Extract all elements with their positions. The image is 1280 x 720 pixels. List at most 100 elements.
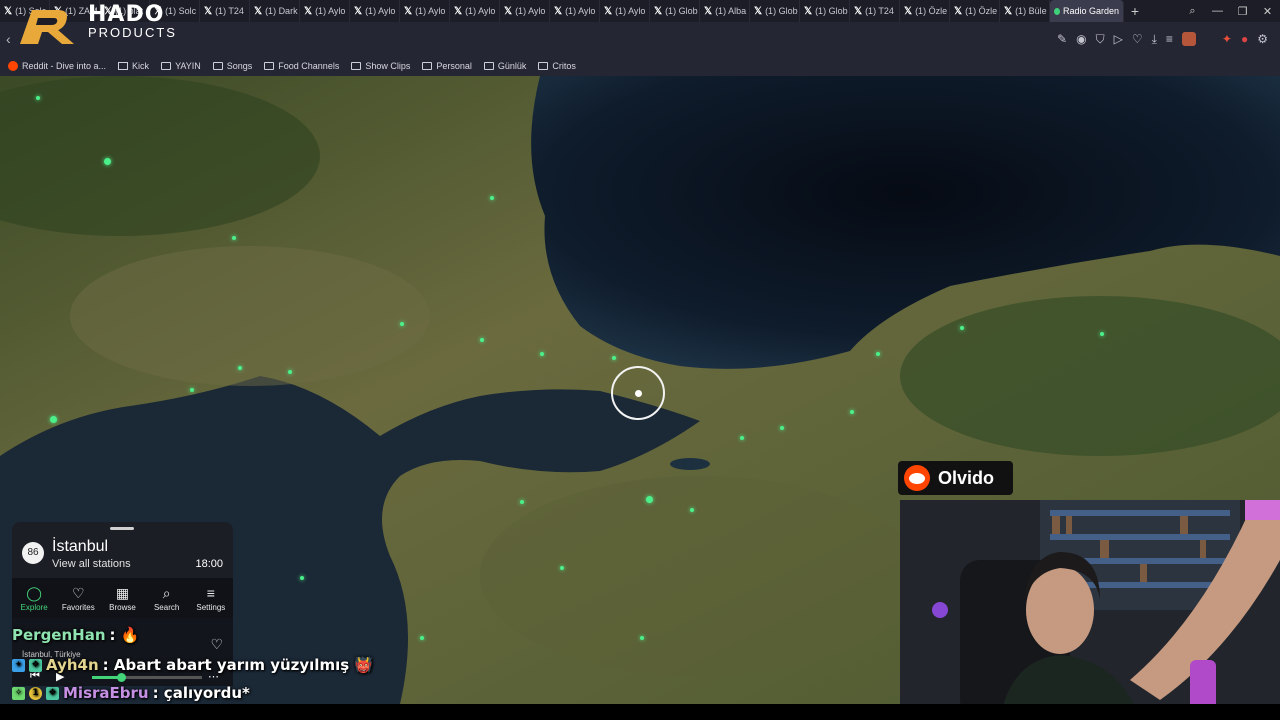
webcam-image (900, 500, 1280, 720)
maximize-button[interactable]: ❐ (1230, 5, 1255, 18)
new-tab-button[interactable]: + (1124, 3, 1146, 19)
edit-icon[interactable]: ✎ (1057, 32, 1067, 47)
extension-icon[interactable]: ● (1241, 32, 1248, 47)
radio-station-dot[interactable] (36, 96, 40, 100)
tab-item[interactable]: 𝕏 (1) Alba (700, 0, 750, 22)
browser-toolbar: ‹ ✎ ◉ ⛉ ▷ ♡ ⤓ ≡ ✦ ● ⚙ (0, 22, 1280, 56)
logo-brand: HADO (88, 2, 165, 27)
radio-station-dot[interactable] (540, 352, 544, 356)
radio-station-dot[interactable] (646, 496, 653, 503)
seek-knob[interactable] (117, 673, 127, 682)
tab-label: (1) Özle (915, 6, 948, 16)
bookmark-item[interactable]: Günlük (483, 61, 526, 71)
bookmark-item[interactable]: Personal (422, 61, 472, 71)
nav-label: Settings (196, 602, 226, 612)
tab-item[interactable]: 𝕏 (1) Aylo (550, 0, 600, 22)
bookmark-item[interactable]: Food Channels (264, 61, 339, 71)
panel-drag-handle[interactable] (110, 527, 134, 530)
tab-item[interactable]: 𝕏 (1) Glob (750, 0, 800, 22)
radio-station-dot[interactable] (850, 410, 854, 414)
tab-item[interactable]: 𝕏 (1) T24 (850, 0, 900, 22)
tab-label: (1) Özle (965, 6, 998, 16)
tab-item[interactable]: 𝕏 (1) Aylo (500, 0, 550, 22)
chat-message: ✧ 1 ❖ MisraEbru : çalıyordu* (12, 684, 250, 702)
profile-avatar[interactable] (1181, 32, 1196, 46)
extension-icon[interactable]: ✦ (1222, 32, 1232, 47)
radio-station-dot[interactable] (420, 636, 424, 640)
bookmark-item[interactable]: YAYIN (161, 61, 201, 71)
city-name: İstanbul (52, 538, 109, 555)
seek-bar[interactable] (92, 673, 202, 682)
radio-station-dot[interactable] (190, 388, 194, 392)
radio-station-dot[interactable] (104, 158, 111, 165)
tab-item[interactable]: 𝕏 (1) Glob (800, 0, 850, 22)
radio-station-dot[interactable] (400, 322, 404, 326)
first-badge-icon: 1 (29, 686, 42, 700)
back-button[interactable]: ‹ (6, 31, 11, 47)
search-tabs-icon[interactable]: ⌕ (1180, 5, 1205, 18)
bookmark-item[interactable]: Reddit - Dive into a... (8, 61, 106, 71)
favorite-heart-icon[interactable]: ♡ (210, 636, 223, 653)
nav-search[interactable]: ⌕ Search (145, 585, 189, 612)
nav-explore[interactable]: ◯ Explore (12, 585, 56, 612)
x-icon: 𝕏 (1004, 5, 1013, 17)
radio-station-dot[interactable] (300, 576, 304, 580)
download-icon[interactable]: ⤓ (1152, 32, 1157, 47)
tab-label: (1) T24 (215, 6, 244, 16)
tab-item[interactable]: 𝕏 (1) Aylo (400, 0, 450, 22)
play-icon[interactable]: ▷ (1114, 32, 1123, 47)
tab-item[interactable]: 𝕏 (1) Aylo (350, 0, 400, 22)
nav-settings[interactable]: ≡ Settings (189, 585, 233, 612)
radio-station-dot[interactable] (740, 436, 744, 440)
tab-item[interactable]: 𝕏 (1) Özle (900, 0, 950, 22)
radio-station-dot[interactable] (612, 356, 616, 360)
radio-station-dot[interactable] (238, 366, 242, 370)
nav-favorites[interactable]: ♡ Favorites (56, 585, 100, 612)
radio-station-dot[interactable] (232, 236, 236, 240)
bookmark-item[interactable]: Critos (538, 61, 576, 71)
shield-icon[interactable]: ⛉ (1096, 32, 1105, 47)
webcam-feed (900, 500, 1280, 720)
settings-icon[interactable]: ⚙ (1257, 32, 1268, 47)
menu-icon[interactable]: ≡ (1166, 32, 1173, 47)
tab-item[interactable]: 𝕏 (1) Aylo (450, 0, 500, 22)
close-window-button[interactable]: ✕ (1255, 5, 1280, 18)
radio-station-dot[interactable] (960, 326, 964, 330)
folder-icon (351, 62, 362, 70)
tab-item[interactable]: 𝕏 (1) Özle (950, 0, 1000, 22)
radio-station-dot[interactable] (876, 352, 880, 356)
radio-station-dot[interactable] (50, 416, 57, 423)
bookmark-item[interactable]: Songs (212, 61, 252, 71)
radio-station-dot[interactable] (288, 370, 292, 374)
radio-station-dot[interactable] (780, 426, 784, 430)
tab-item[interactable]: 𝕏 (1) Aylo (600, 0, 650, 22)
logo-sub: PRODUCTS (88, 25, 177, 40)
window-controls: ⌕ — ❐ ✕ (1180, 0, 1280, 22)
radio-station-dot[interactable] (690, 508, 694, 512)
chat-username: Ayh4n (46, 656, 99, 674)
heart-icon[interactable]: ♡ (1132, 32, 1143, 47)
radio-station-dot[interactable] (520, 500, 524, 504)
tab-item[interactable]: 𝕏 (1) Aylo (300, 0, 350, 22)
radio-station-dot[interactable] (1100, 332, 1104, 336)
tab-item[interactable]: 𝕏 (1) Glob (650, 0, 700, 22)
view-all-stations-link[interactable]: View all stations (52, 558, 131, 570)
tab-radio-garden[interactable]: Radio Garden (1050, 0, 1124, 22)
gift-badge-icon: ✧ (12, 686, 25, 700)
radio-station-dot[interactable] (560, 566, 564, 570)
minimize-button[interactable]: — (1205, 5, 1230, 17)
camera-icon[interactable]: ◉ (1076, 32, 1086, 47)
bookmark-item[interactable]: Kick (118, 61, 149, 71)
station-panel[interactable]: 86 İstanbul View all stations 18:00 (12, 522, 233, 578)
tab-item[interactable]: 𝕏 (1) T24 (200, 0, 250, 22)
x-icon: 𝕏 (654, 5, 663, 17)
radio-station-dot[interactable] (480, 338, 484, 342)
radio-station-dot[interactable] (490, 196, 494, 200)
bookmark-label: YAYIN (175, 61, 201, 71)
explore-icon: ◯ (26, 584, 42, 601)
nav-browse[interactable]: ▦ Browse (100, 585, 144, 612)
tab-item[interactable]: 𝕏 (1) Büle (1000, 0, 1050, 22)
bookmark-item[interactable]: Show Clips (351, 61, 410, 71)
radio-station-dot[interactable] (640, 636, 644, 640)
tab-item[interactable]: 𝕏 (1) Dark (250, 0, 300, 22)
